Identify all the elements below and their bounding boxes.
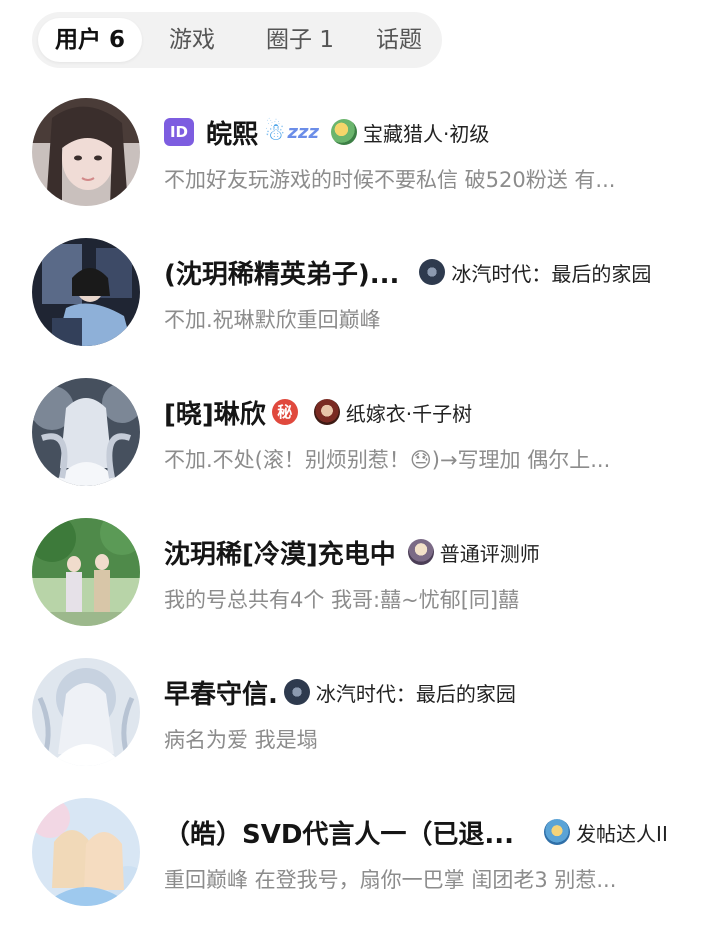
- avatar[interactable]: [32, 798, 140, 906]
- poster-icon: [544, 819, 571, 845]
- tab-circles[interactable]: 圈子 1: [246, 18, 354, 62]
- user-description: 不加.不处(滚！别烦别惹！😓)→写理加 偶尔上...: [164, 448, 611, 472]
- user-badge-label: 纸嫁衣·千子树: [345, 401, 473, 426]
- avatar[interactable]: [32, 98, 140, 206]
- user-description: 不加好友玩游戏的时候不要私信 破520粉送 有...: [164, 168, 616, 192]
- avatar[interactable]: [32, 518, 140, 626]
- name-line: 沈玥稀[冷漠]充电中 普通评测师: [164, 534, 695, 570]
- user-list-item[interactable]: ID 皖熙 ☃ zzz 宝藏猎人·初级 不加好友玩游戏的时候不要私信 破520粉…: [0, 98, 719, 238]
- secret-badge-icon: 秘: [271, 399, 298, 425]
- user-badge-label: 宝藏猎人·初级: [362, 121, 490, 146]
- name-line: [晓]琳欣 秘 纸嫁衣·千子树: [164, 394, 695, 430]
- user-name: 沈玥稀[冷漠]充电中: [164, 539, 396, 570]
- name-line: ID 皖熙 ☃ zzz 宝藏猎人·初级: [164, 114, 695, 150]
- user-list-item[interactable]: (沈玥稀精英弟子)... 冰汽时代：最后的家园 不加.祝琳默欣重回巅峰: [0, 238, 719, 378]
- user-name: [晓]琳欣: [164, 399, 266, 430]
- user-list-item[interactable]: 早春守信. 冰汽时代：最后的家园 病名为爱 我是塌: [0, 658, 719, 798]
- user-badge-label: 发帖达人II: [576, 821, 668, 846]
- game-icon: [283, 679, 310, 705]
- name-line: (沈玥稀精英弟子)... 冰汽时代：最后的家园: [164, 254, 695, 290]
- id-badge-icon: ID: [164, 118, 194, 146]
- avatar[interactable]: [32, 658, 140, 766]
- avatar[interactable]: [32, 378, 140, 486]
- user-name: 皖熙: [206, 119, 259, 150]
- user-description: 我的号总共有4个 我哥:囍~忧郁[同]囍: [164, 588, 520, 612]
- user-description: 病名为爱 我是塌: [164, 728, 318, 752]
- user-badge-label: 普通评测师: [439, 541, 540, 566]
- user-list-item[interactable]: [晓]琳欣 秘 纸嫁衣·千子树 不加.不处(滚！别烦别惹！😓)→写理加 偶尔上.…: [0, 378, 719, 518]
- name-line: 早春守信. 冰汽时代：最后的家园: [164, 674, 695, 710]
- reviewer-icon: [407, 539, 434, 565]
- name-line: （皓）SVD代言人一（已退... 发帖达人II: [164, 814, 695, 850]
- game-icon: [313, 399, 340, 425]
- user-name: （皓）SVD代言人一（已退...: [164, 819, 515, 850]
- snowman-icon: ☃: [264, 118, 286, 146]
- treasure-hunter-icon: [330, 119, 357, 145]
- game-icon: [419, 259, 446, 285]
- user-description: 不加.祝琳默欣重回巅峰: [164, 308, 381, 332]
- sleep-zzz-icon: zzz: [287, 121, 319, 143]
- avatar[interactable]: [32, 238, 140, 346]
- user-description: 重回巅峰 在登我号，扇你一巴掌 闺团老3 别惹...: [164, 868, 617, 892]
- user-badge-label: 冰汽时代：最后的家园: [451, 261, 652, 286]
- user-name: 早春守信.: [164, 679, 278, 710]
- search-tab-bar: 用户 6 游戏 圈子 1 话题: [32, 12, 442, 68]
- user-name: (沈玥稀精英弟子)...: [164, 259, 400, 290]
- tab-users[interactable]: 用户 6: [38, 18, 142, 62]
- tab-topics[interactable]: 话题: [360, 18, 438, 62]
- user-badge-label: 冰汽时代：最后的家园: [315, 681, 516, 706]
- tab-games[interactable]: 游戏: [150, 18, 234, 62]
- user-list-item[interactable]: （皓）SVD代言人一（已退... 发帖达人II 重回巅峰 在登我号，扇你一巴掌 …: [0, 798, 719, 938]
- user-list-item[interactable]: 沈玥稀[冷漠]充电中 普通评测师 我的号总共有4个 我哥:囍~忧郁[同]囍: [0, 518, 719, 658]
